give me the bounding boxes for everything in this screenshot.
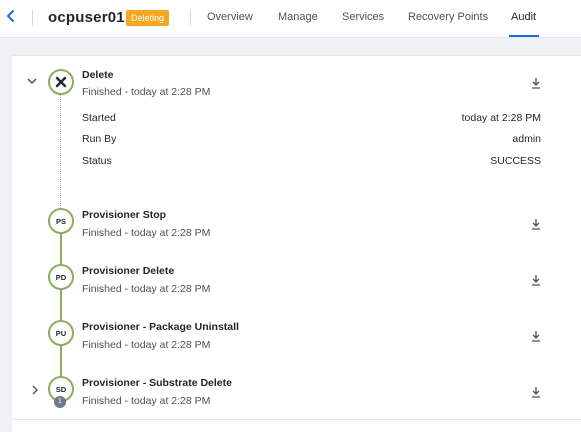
step-title: Delete [82,69,114,81]
detail-value-status: SUCCESS [490,155,541,167]
download-icon[interactable] [530,217,542,230]
header-divider [190,10,191,26]
step-node: PU [48,320,74,346]
detail-label-status: Status [82,155,112,167]
timeline-connector [60,346,62,376]
page-title: ocpuser01 [48,9,125,26]
download-icon[interactable] [530,273,542,286]
step-node: PD [48,264,74,290]
step-title[interactable]: Provisioner Delete [82,265,174,277]
step-subtitle: Finished - today at 2:28 PM [82,395,211,407]
top-bar: ocpuser01 Deleting Overview Manage Servi… [0,0,581,38]
detail-value-run-by: admin [512,133,541,145]
detail-label-started: Started [82,112,116,124]
tab-services[interactable]: Services [342,11,384,23]
chevron-right-icon[interactable] [31,385,39,398]
step-subtitle: Finished - today at 2:28 PM [82,86,211,98]
chevron-left-icon[interactable] [6,8,22,28]
detail-label-run-by: Run By [82,133,117,145]
timeline-connector [60,290,62,320]
step-title[interactable]: Provisioner - Package Uninstall [82,321,239,333]
step-title[interactable]: Provisioner Stop [82,209,166,221]
tab-manage[interactable]: Manage [278,11,318,23]
active-tab-indicator [509,35,539,37]
download-icon[interactable] [530,76,542,89]
tab-audit[interactable]: Audit [511,11,536,23]
step-subtitle: Finished - today at 2:28 PM [82,283,211,295]
header-divider [32,10,33,26]
download-icon[interactable] [530,329,542,342]
timeline-connector [60,234,62,264]
detail-value-started: today at 2:28 PM [461,112,541,124]
download-icon[interactable] [530,385,542,398]
step-title[interactable]: Provisioner - Substrate Delete [82,377,232,389]
step-subtitle: Finished - today at 2:28 PM [82,339,211,351]
close-icon [48,69,74,95]
step-subtitle: Finished - today at 2:28 PM [82,227,211,239]
status-badge: Deleting [126,10,170,26]
timeline-dotted-connector [60,95,61,212]
panel-divider [12,419,581,420]
tab-recovery-points[interactable]: Recovery Points [408,11,488,23]
tab-overview[interactable]: Overview [207,11,253,23]
chevron-down-icon[interactable] [27,76,37,88]
step-node: PS [48,208,74,234]
child-count-badge: 1 [54,396,66,408]
